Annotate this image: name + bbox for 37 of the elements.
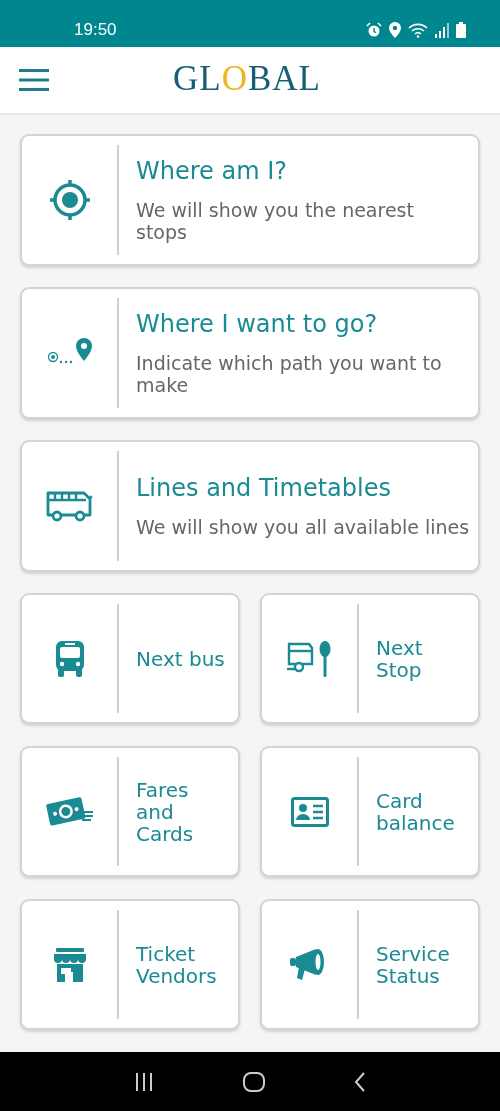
- card-title: Where am I?: [136, 157, 288, 185]
- bus-front-icon: [53, 640, 86, 677]
- signal-icon: [435, 21, 449, 38]
- menu-card[interactable]: Lines and Timetables We will show you all available lines: [20, 440, 480, 572]
- card-title: Lines and Timetables: [136, 474, 392, 502]
- card-description: We will show you the nearest stops: [136, 199, 415, 243]
- tile-label: Service Status: [376, 942, 451, 987]
- menu-icon[interactable]: [19, 69, 49, 91]
- menu-card[interactable]: Fares and Cards: [20, 746, 240, 877]
- clock-time: 19:50: [74, 18, 117, 40]
- back-icon[interactable]: [353, 1071, 366, 1092]
- card-description: Indicate which path you want to make: [136, 352, 443, 396]
- id-card-icon: [290, 796, 329, 827]
- card-title: Where I want to go?: [136, 310, 379, 338]
- menu-card[interactable]: Ticket Vendors: [20, 899, 240, 1030]
- menu-card[interactable]: Card balance: [260, 746, 480, 877]
- tile-label: Fares and Cards: [136, 778, 195, 845]
- shop-icon: [52, 947, 87, 982]
- tile-label: Next Stop: [376, 636, 424, 681]
- battery-icon: [456, 21, 466, 38]
- tile-label: Card balance: [376, 789, 456, 834]
- tile-label: Next bus: [136, 647, 226, 670]
- menu-card[interactable]: Next bus: [20, 593, 240, 724]
- bus-icon: [45, 490, 94, 522]
- menu-card[interactable]: Where am I? We will show you the nearest stops: [20, 134, 480, 266]
- tile-label: Ticket Vendors: [136, 942, 218, 987]
- menu-card[interactable]: Service Status: [260, 899, 480, 1030]
- alarm-icon: [366, 21, 382, 38]
- wifi-icon: [408, 21, 428, 38]
- menu-card[interactable]: Next Stop: [260, 593, 480, 724]
- app-logo: GLOBAL: [173, 59, 321, 99]
- home-icon[interactable]: [243, 1071, 265, 1092]
- recent-apps-icon[interactable]: [134, 1072, 155, 1091]
- menu-card[interactable]: Where I want to go? Indicate which path you want to make: [20, 287, 480, 419]
- card-description: We will show you all available lines: [136, 516, 470, 538]
- bus-stop-icon: [286, 640, 333, 677]
- location-icon: [389, 21, 401, 38]
